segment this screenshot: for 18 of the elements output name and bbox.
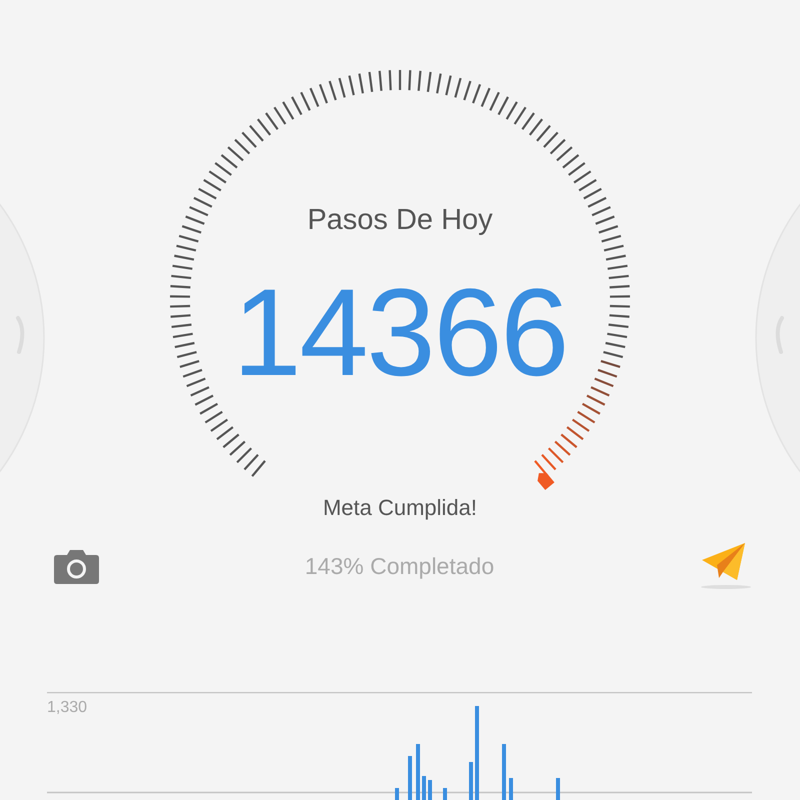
- chart-bar: [556, 778, 560, 800]
- chart-bar: [395, 788, 399, 800]
- chart-bar: [443, 788, 447, 800]
- paper-plane-icon[interactable]: [700, 542, 752, 590]
- chart-bar: [469, 762, 473, 800]
- goal-status: Meta Cumplida!: [322, 494, 478, 522]
- gauge-title: Pasos De Hoy: [307, 203, 493, 238]
- chart-bar: [428, 780, 432, 800]
- chart-bar: [416, 744, 420, 800]
- axis-label: 1,330: [47, 699, 88, 717]
- goal-marker-icon: [538, 473, 554, 490]
- camera-icon[interactable]: [54, 548, 99, 584]
- chart-bar: [509, 778, 513, 800]
- chart-bar: [502, 744, 506, 800]
- completion-percent: 143% Completado: [304, 552, 494, 580]
- step-count: 14366: [232, 268, 568, 398]
- chart-bar: [408, 756, 412, 800]
- chart-bar: [422, 776, 426, 800]
